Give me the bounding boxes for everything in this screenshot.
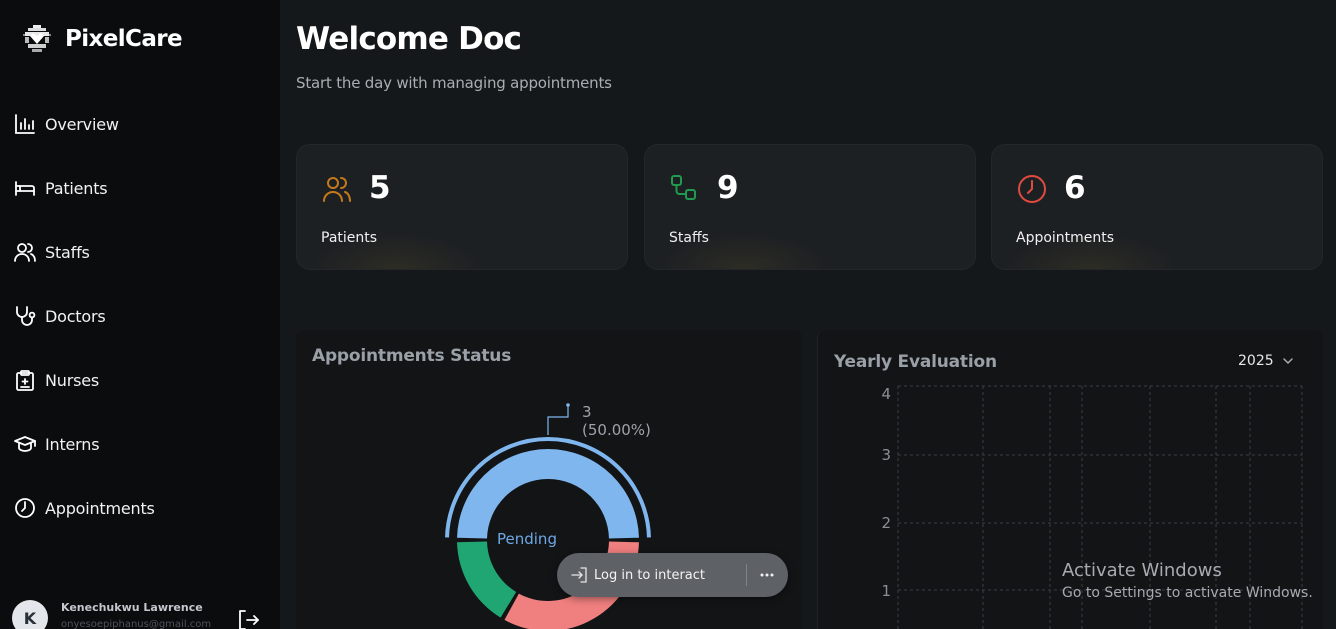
stat-card-appointments[interactable]: 6 Appointments bbox=[991, 144, 1323, 270]
activation-watermark-title: Activate Windows bbox=[1062, 560, 1222, 581]
clock-icon bbox=[1018, 175, 1046, 203]
logout-icon[interactable] bbox=[236, 608, 260, 629]
sidebar-item-nurses[interactable]: Nurses bbox=[14, 348, 264, 412]
login-icon bbox=[571, 567, 587, 583]
chart-bar-icon bbox=[14, 113, 36, 135]
stat-label: Staffs bbox=[669, 230, 709, 246]
y-tick: 4 bbox=[881, 385, 891, 403]
callout-line bbox=[547, 405, 569, 435]
pixelcare-logo-icon bbox=[23, 25, 51, 52]
sidebar-item-label: Staffs bbox=[45, 242, 90, 262]
graduation-cap-icon bbox=[14, 433, 36, 455]
user-email: onyesoepiphanus@gmail.com bbox=[61, 619, 212, 629]
activation-watermark-subtitle: Go to Settings to activate Windows. bbox=[1062, 585, 1313, 601]
sidebar-item-label: Appointments bbox=[45, 498, 155, 518]
users-icon bbox=[14, 241, 36, 263]
sidebar-item-label: Overview bbox=[45, 114, 119, 134]
user-name: Kenechukwu Lawrence bbox=[61, 601, 203, 614]
stat-label: Appointments bbox=[1016, 230, 1115, 246]
users-icon bbox=[323, 177, 351, 202]
donut-center-label: Pending bbox=[497, 530, 557, 548]
sidebar-item-label: Patients bbox=[45, 178, 108, 198]
sidebar: PixelCare Overview Patients Staffs Docto… bbox=[0, 0, 280, 629]
callout-value: 3 bbox=[582, 403, 592, 421]
main-content: Welcome Doc Start the day with managing … bbox=[280, 0, 1336, 629]
callout-dot bbox=[566, 403, 570, 407]
clipboard-medical-icon bbox=[14, 369, 36, 391]
sidebar-item-overview[interactable]: Overview bbox=[14, 92, 264, 156]
brand-name: PixelCare bbox=[65, 26, 183, 52]
login-button[interactable]: Log in to interact bbox=[557, 553, 705, 597]
y-tick: 2 bbox=[881, 514, 891, 532]
stat-value: 5 bbox=[369, 170, 391, 206]
page-title: Welcome Doc bbox=[296, 21, 522, 57]
stat-card-patients[interactable]: 5 Patients bbox=[296, 144, 628, 270]
y-tick: 3 bbox=[881, 446, 891, 464]
divider bbox=[746, 564, 747, 586]
stethoscope-icon bbox=[14, 305, 36, 327]
donut-slice[interactable] bbox=[457, 541, 517, 618]
stat-card-staffs[interactable]: 9 Staffs bbox=[644, 144, 976, 270]
sidebar-item-doctors[interactable]: Doctors bbox=[14, 284, 264, 348]
stat-value: 6 bbox=[1064, 170, 1086, 206]
sidebar-nav: Overview Patients Staffs Doctors Nurses bbox=[14, 92, 264, 540]
sidebar-item-appointments[interactable]: Appointments bbox=[14, 476, 264, 540]
ellipsis-icon bbox=[760, 573, 774, 577]
sidebar-item-label: Doctors bbox=[45, 306, 106, 326]
brand[interactable]: PixelCare bbox=[22, 24, 183, 54]
stat-label: Patients bbox=[321, 230, 378, 246]
login-label: Log in to interact bbox=[594, 567, 706, 583]
callout-percent: (50.00%) bbox=[582, 421, 651, 439]
sidebar-item-patients[interactable]: Patients bbox=[14, 156, 264, 220]
sidebar-item-interns[interactable]: Interns bbox=[14, 412, 264, 476]
stat-value: 9 bbox=[717, 170, 739, 206]
sidebar-item-label: Nurses bbox=[45, 370, 100, 390]
more-options-button[interactable] bbox=[755, 563, 779, 587]
workflow-icon bbox=[671, 175, 696, 200]
avatar[interactable]: K bbox=[12, 600, 48, 629]
sidebar-item-label: Interns bbox=[45, 434, 100, 454]
y-tick: 1 bbox=[881, 582, 891, 600]
clock-icon bbox=[14, 497, 36, 519]
page-subtitle: Start the day with managing appointments bbox=[296, 74, 612, 92]
sidebar-item-staffs[interactable]: Staffs bbox=[14, 220, 264, 284]
user-profile: K Kenechukwu Lawrence onyesoepiphanus@gm… bbox=[12, 598, 272, 629]
login-overlay: Log in to interact bbox=[557, 553, 788, 597]
bed-icon bbox=[14, 177, 36, 199]
